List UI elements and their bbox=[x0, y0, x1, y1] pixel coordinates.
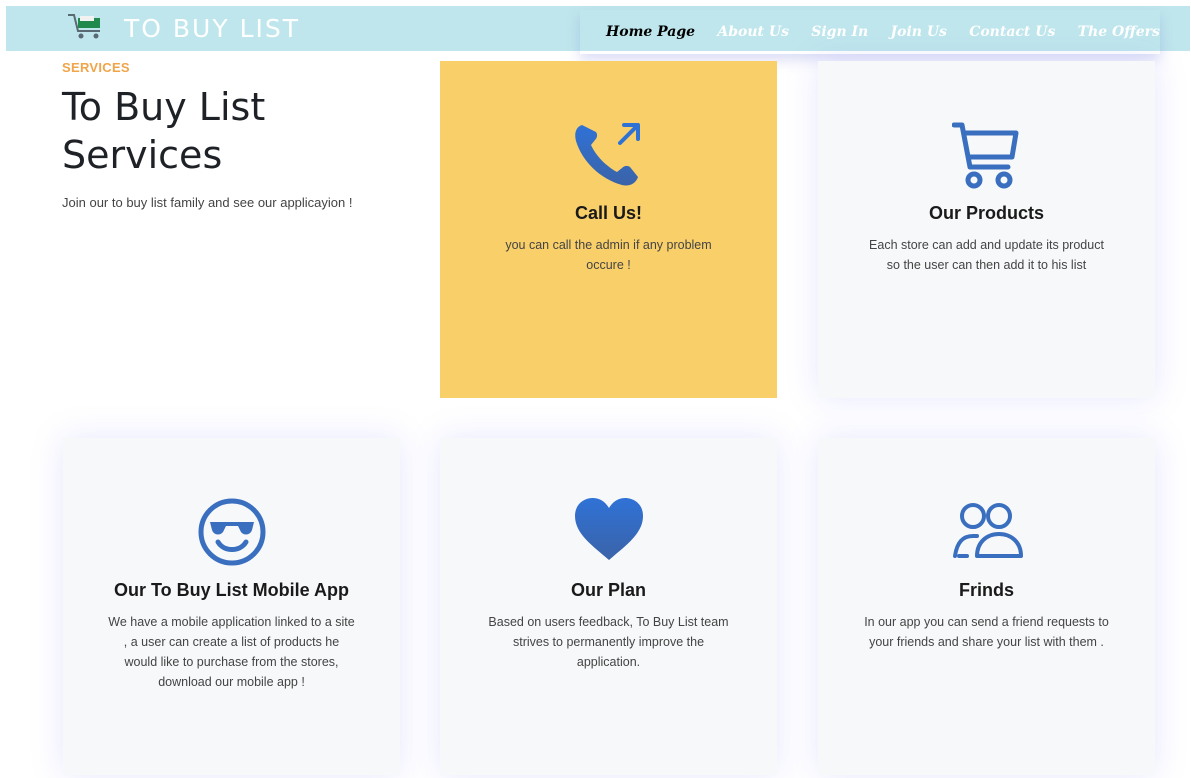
service-card-call-us[interactable]: Call Us! you can call the admin if any p… bbox=[440, 61, 777, 398]
card-title: Call Us! bbox=[574, 203, 643, 223]
brand-title: TO BUY LIST bbox=[124, 14, 301, 43]
nav-about-us[interactable]: About Us bbox=[717, 24, 789, 40]
nav-sign-in[interactable]: Sign In bbox=[811, 24, 868, 40]
section-title: To Buy List Services bbox=[62, 85, 266, 177]
nav-home-page[interactable]: Home Page bbox=[606, 24, 695, 40]
section-text: Join our to buy list family and see our … bbox=[62, 195, 353, 210]
sunglasses-smile-icon bbox=[63, 496, 400, 568]
card-text: In our app you can send a friend request… bbox=[864, 615, 1109, 649]
card-text: Based on users feedback, To Buy List tea… bbox=[488, 615, 729, 669]
navbar: TO BUY LIST Home Page About Us Sign In J… bbox=[6, 6, 1190, 51]
section-label: SERVICES bbox=[62, 60, 130, 75]
nav-the-offers[interactable]: The Offers bbox=[1078, 24, 1160, 40]
cart-icon bbox=[818, 119, 1155, 191]
card-text: Each store can add and update its produc… bbox=[869, 238, 1104, 272]
card-title: Our To Buy List Mobile App bbox=[114, 580, 349, 600]
people-icon bbox=[818, 496, 1155, 568]
phone-outgoing-icon bbox=[440, 119, 777, 191]
service-card-mobile-app[interactable]: Our To Buy List Mobile App We have a mob… bbox=[63, 438, 400, 775]
brand[interactable]: TO BUY LIST bbox=[66, 6, 300, 51]
heart-icon bbox=[440, 496, 777, 568]
nav-menu: Home Page About Us Sign In Join Us Conta… bbox=[580, 10, 1160, 54]
card-text: We have a mobile application linked to a… bbox=[108, 615, 355, 689]
service-card-friends[interactable]: Frinds In our app you can send a friend … bbox=[818, 438, 1155, 775]
service-card-our-plan[interactable]: Our Plan Based on users feedback, To Buy… bbox=[440, 438, 777, 775]
nav-join-us[interactable]: Join Us bbox=[891, 24, 947, 40]
card-text: you can call the admin if any problem oc… bbox=[505, 238, 712, 272]
card-title: Our Plan bbox=[570, 580, 646, 600]
service-card-our-products[interactable]: Our Products Each store can add and upda… bbox=[818, 61, 1155, 398]
services-intro: SERVICES To Buy List Services Join our t… bbox=[62, 60, 402, 210]
shopping-cart-icon bbox=[66, 11, 110, 46]
nav-contact-us[interactable]: Contact Us bbox=[969, 24, 1055, 40]
card-title: Our Products bbox=[928, 203, 1044, 223]
card-title: Frinds bbox=[958, 580, 1014, 600]
